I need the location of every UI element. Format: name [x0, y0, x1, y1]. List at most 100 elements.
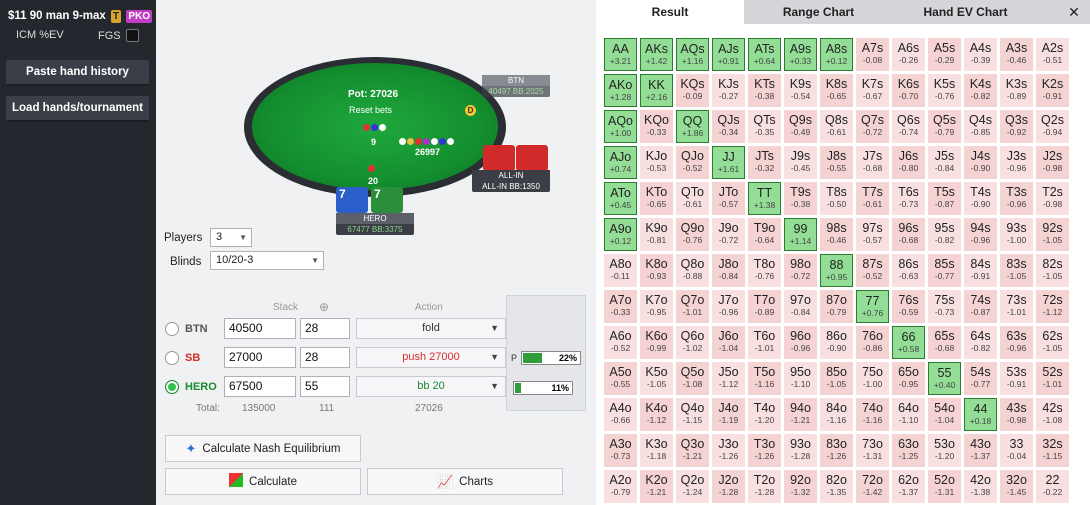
- hand-cell[interactable]: K9s -0.54: [784, 74, 817, 107]
- reset-bets-link[interactable]: Reset bets: [349, 105, 392, 115]
- tab-hand-ev-chart[interactable]: Hand EV Chart: [893, 0, 1038, 24]
- hand-cell[interactable]: 87o -0.79: [820, 290, 853, 323]
- hand-cell[interactable]: 99 +1.14: [784, 218, 817, 251]
- hand-cell[interactable]: AJo +0.74: [604, 146, 637, 179]
- hand-cell[interactable]: A4s -0.39: [964, 38, 997, 71]
- hand-cell[interactable]: QQ +1.86: [676, 110, 709, 143]
- hand-cell[interactable]: 72o -1.42: [856, 470, 889, 503]
- hand-cell[interactable]: 66 +0.58: [892, 326, 925, 359]
- players-select[interactable]: 3 ▼: [210, 228, 252, 247]
- hand-cell[interactable]: K9o -0.81: [640, 218, 673, 251]
- hand-cell[interactable]: T4o -1.20: [748, 398, 781, 431]
- hand-cell[interactable]: J9s -0.45: [784, 146, 817, 179]
- hand-cell[interactable]: Q9o -0.76: [676, 218, 709, 251]
- hand-cell[interactable]: A5o -0.55: [604, 362, 637, 395]
- hand-cell[interactable]: Q6s -0.74: [892, 110, 925, 143]
- close-icon[interactable]: ✕: [1060, 0, 1088, 24]
- hand-cell[interactable]: K4o -1.12: [640, 398, 673, 431]
- hand-cell[interactable]: 95s -0.82: [928, 218, 961, 251]
- hand-cell[interactable]: Q4s -0.85: [964, 110, 997, 143]
- hand-cell[interactable]: 73s -1.01: [1000, 290, 1033, 323]
- hand-cell[interactable]: 62s -1.05: [1036, 326, 1069, 359]
- hand-cell[interactable]: J4o -1.19: [712, 398, 745, 431]
- bb-input[interactable]: 28: [300, 318, 350, 339]
- hand-cell[interactable]: 87s -0.52: [856, 254, 889, 287]
- hand-cell[interactable]: K4s -0.82: [964, 74, 997, 107]
- hand-cell[interactable]: 95o -1.10: [784, 362, 817, 395]
- hand-cell[interactable]: Q5s -0.79: [928, 110, 961, 143]
- hand-cell[interactable]: 86s -0.63: [892, 254, 925, 287]
- hand-cell[interactable]: KQo -0.33: [640, 110, 673, 143]
- hand-cell[interactable]: Q2s -0.94: [1036, 110, 1069, 143]
- hand-cell[interactable]: 97s -0.57: [856, 218, 889, 251]
- hand-cell[interactable]: 65o -0.95: [892, 362, 925, 395]
- hand-cell[interactable]: T8o -0.76: [748, 254, 781, 287]
- calculate-nash-button[interactable]: ✦ Calculate Nash Equilibrium: [165, 435, 361, 462]
- seat-radio[interactable]: [165, 351, 179, 365]
- hand-cell[interactable]: A2o -0.79: [604, 470, 637, 503]
- hand-cell[interactable]: A3o -0.73: [604, 434, 637, 467]
- hand-cell[interactable]: J6s -0.80: [892, 146, 925, 179]
- hand-cell[interactable]: 83s -1.05: [1000, 254, 1033, 287]
- action-select[interactable]: fold ▼: [356, 318, 506, 339]
- hand-cell[interactable]: 77 +0.76: [856, 290, 889, 323]
- hand-cell[interactable]: 93s -1.00: [1000, 218, 1033, 251]
- hand-cell[interactable]: K8s -0.65: [820, 74, 853, 107]
- hand-cell[interactable]: Q4o -1.15: [676, 398, 709, 431]
- bb-input[interactable]: 55: [300, 376, 350, 397]
- hand-cell[interactable]: T6s -0.73: [892, 182, 925, 215]
- hand-cell[interactable]: A8o -0.11: [604, 254, 637, 287]
- hand-cell[interactable]: A8s +0.12: [820, 38, 853, 71]
- hand-cell[interactable]: T3s -0.96: [1000, 182, 1033, 215]
- action-select[interactable]: push 27000 ▼: [356, 347, 506, 368]
- charts-button[interactable]: 📈 Charts: [367, 468, 563, 495]
- hand-cell[interactable]: 82o -1.35: [820, 470, 853, 503]
- hand-cell[interactable]: K6o -0.99: [640, 326, 673, 359]
- hand-cell[interactable]: 93o -1.28: [784, 434, 817, 467]
- hand-cell[interactable]: 98o -0.72: [784, 254, 817, 287]
- hand-cell[interactable]: A2s -0.51: [1036, 38, 1069, 71]
- hand-cell[interactable]: A7s -0.08: [856, 38, 889, 71]
- hand-cell[interactable]: T8s -0.50: [820, 182, 853, 215]
- hand-cell[interactable]: T2o -1.28: [748, 470, 781, 503]
- hand-cell[interactable]: 63o -1.25: [892, 434, 925, 467]
- hand-cell[interactable]: J3o -1.26: [712, 434, 745, 467]
- hand-cell[interactable]: QJs -0.34: [712, 110, 745, 143]
- hand-cell[interactable]: 94o -1.21: [784, 398, 817, 431]
- hand-cell[interactable]: J5s -0.84: [928, 146, 961, 179]
- hand-cell[interactable]: J2s -0.98: [1036, 146, 1069, 179]
- hand-cell[interactable]: A3s -0.46: [1000, 38, 1033, 71]
- tab-range-chart[interactable]: Range Chart: [746, 0, 891, 24]
- hand-cell[interactable]: K5o -1.05: [640, 362, 673, 395]
- hand-cell[interactable]: J7s -0.68: [856, 146, 889, 179]
- hand-cell[interactable]: T6o -1.01: [748, 326, 781, 359]
- hand-cell[interactable]: JJ +1.61: [712, 146, 745, 179]
- hand-cell[interactable]: 54s -0.77: [964, 362, 997, 395]
- load-hands-button[interactable]: Load hands/tournament: [6, 96, 149, 122]
- hand-cell[interactable]: T5o -1.16: [748, 362, 781, 395]
- hand-cell[interactable]: 88 +0.95: [820, 254, 853, 287]
- hand-cell[interactable]: T7s -0.61: [856, 182, 889, 215]
- hand-cell[interactable]: Q3s -0.92: [1000, 110, 1033, 143]
- hand-cell[interactable]: Q8s -0.61: [820, 110, 853, 143]
- hand-cell[interactable]: QTo -0.61: [676, 182, 709, 215]
- hand-cell[interactable]: KTo -0.65: [640, 182, 673, 215]
- hand-cell[interactable]: A9s +0.33: [784, 38, 817, 71]
- hand-cell[interactable]: 84s -0.91: [964, 254, 997, 287]
- hand-cell[interactable]: T3o -1.26: [748, 434, 781, 467]
- hand-cell[interactable]: J2o -1.28: [712, 470, 745, 503]
- hand-cell[interactable]: KTs -0.38: [748, 74, 781, 107]
- hand-cell[interactable]: 43s -0.98: [1000, 398, 1033, 431]
- hand-cell[interactable]: 52s -1.01: [1036, 362, 1069, 395]
- hand-cell[interactable]: 53o -1.20: [928, 434, 961, 467]
- hand-cell[interactable]: 73o -1.31: [856, 434, 889, 467]
- hand-cell[interactable]: T2s -0.98: [1036, 182, 1069, 215]
- hand-cell[interactable]: JTo -0.57: [712, 182, 745, 215]
- hand-cell[interactable]: Q2o -1.24: [676, 470, 709, 503]
- hand-cell[interactable]: 75s -0.73: [928, 290, 961, 323]
- hand-cell[interactable]: 85s -0.77: [928, 254, 961, 287]
- action-select[interactable]: bb 20 ▼: [356, 376, 506, 397]
- hand-cell[interactable]: A6o -0.52: [604, 326, 637, 359]
- hand-cell[interactable]: 76o -0.86: [856, 326, 889, 359]
- hand-cell[interactable]: 82s -1.05: [1036, 254, 1069, 287]
